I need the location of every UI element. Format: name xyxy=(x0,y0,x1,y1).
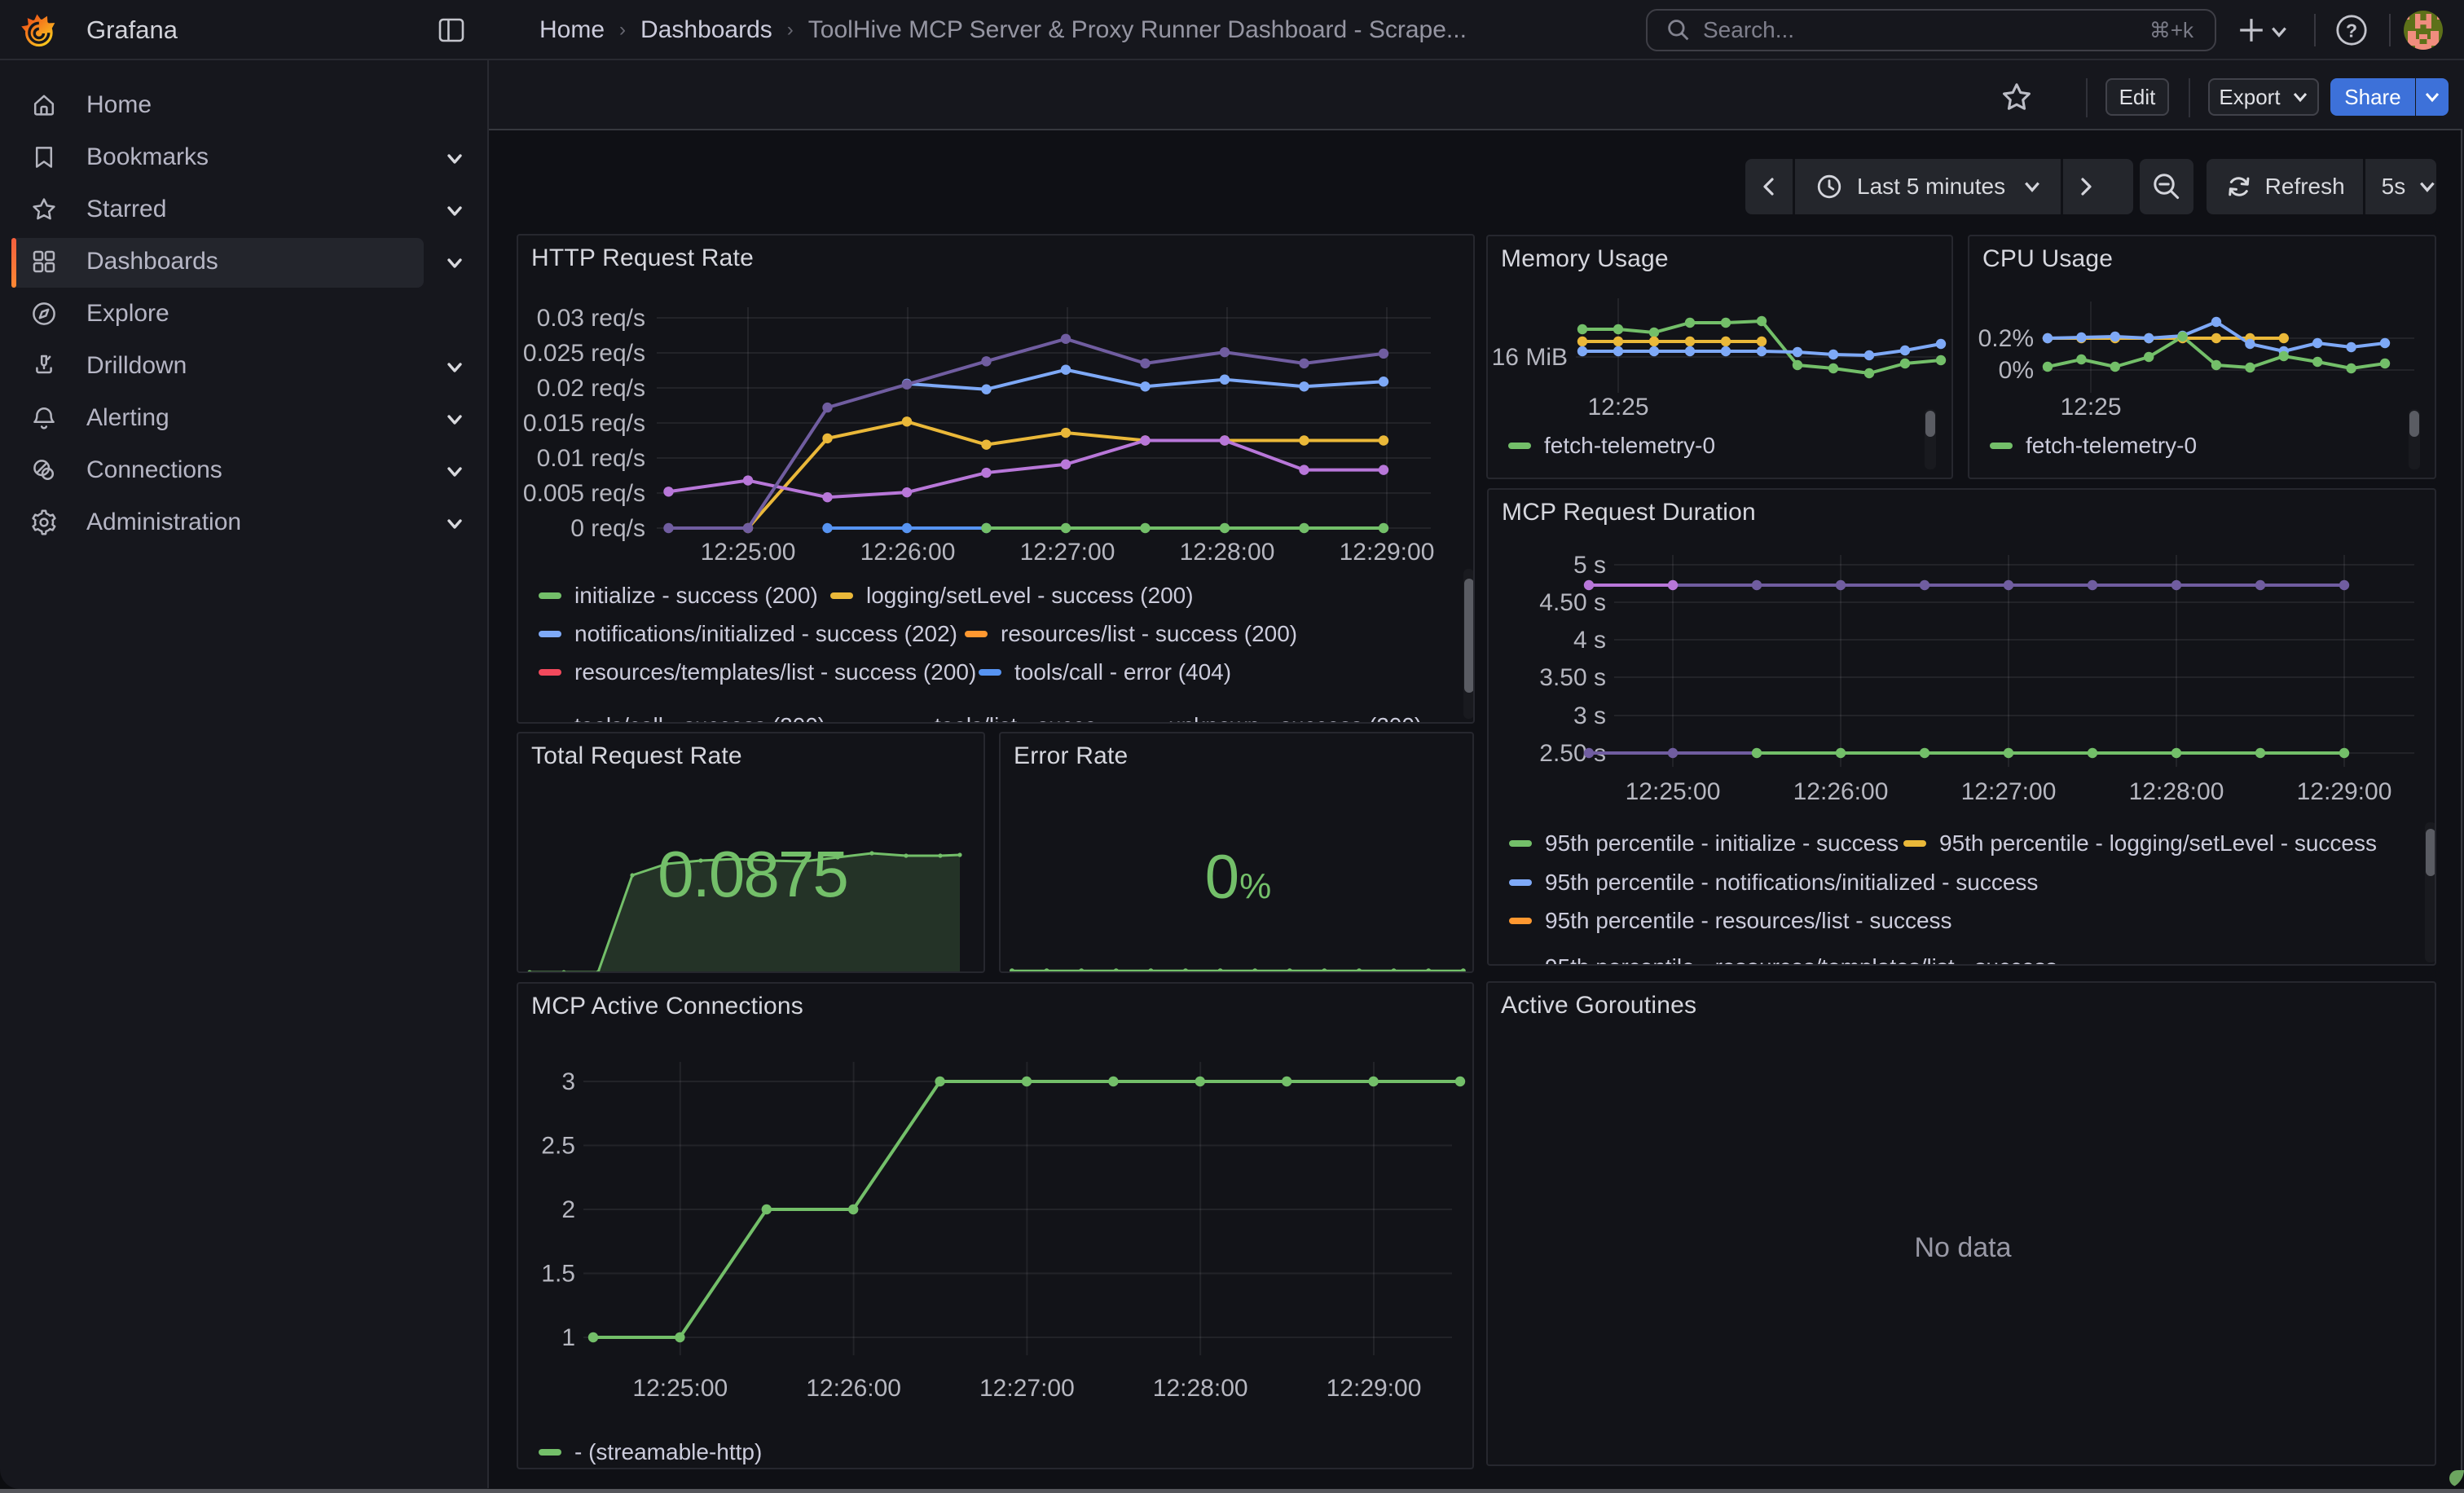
svg-text:0.03 req/s: 0.03 req/s xyxy=(537,305,645,332)
svg-text:0.2%: 0.2% xyxy=(1978,325,2034,352)
svg-text:12:26:00: 12:26:00 xyxy=(806,1375,901,1402)
svg-text:0.01 req/s: 0.01 req/s xyxy=(537,445,645,472)
svg-text:0.005 req/s: 0.005 req/s xyxy=(523,480,645,507)
svg-text:12:29:00: 12:29:00 xyxy=(2297,778,2392,805)
svg-text:12:29:00: 12:29:00 xyxy=(1340,539,1435,566)
svg-text:0 req/s: 0 req/s xyxy=(570,515,645,542)
svg-text:4.50 s: 4.50 s xyxy=(1539,589,1606,616)
svg-text:0%: 0% xyxy=(1999,357,2034,384)
svg-text:12:26:00: 12:26:00 xyxy=(860,539,956,566)
svg-text:12:27:00: 12:27:00 xyxy=(1961,778,2057,805)
svg-text:12:26:00: 12:26:00 xyxy=(1793,778,1889,805)
svg-text:12:25: 12:25 xyxy=(2060,394,2121,421)
svg-text:0.015 req/s: 0.015 req/s xyxy=(523,410,645,437)
svg-text:3: 3 xyxy=(561,1068,575,1095)
svg-text:12:28:00: 12:28:00 xyxy=(1180,539,1275,566)
svg-text:3.50 s: 3.50 s xyxy=(1539,664,1606,691)
svg-text:2: 2 xyxy=(561,1196,575,1223)
svg-text:0.025 req/s: 0.025 req/s xyxy=(523,340,645,367)
svg-text:1: 1 xyxy=(561,1324,575,1351)
svg-text:12:28:00: 12:28:00 xyxy=(1153,1375,1248,1402)
svg-text:12:25: 12:25 xyxy=(1587,394,1648,421)
svg-text:12:25:00: 12:25:00 xyxy=(1626,778,1721,805)
svg-text:0.02 req/s: 0.02 req/s xyxy=(537,375,645,402)
svg-text:16 MiB: 16 MiB xyxy=(1492,344,1568,371)
svg-text:12:27:00: 12:27:00 xyxy=(979,1375,1075,1402)
svg-text:4 s: 4 s xyxy=(1573,627,1606,654)
svg-text:3 s: 3 s xyxy=(1573,702,1606,729)
svg-text:5 s: 5 s xyxy=(1573,552,1606,579)
svg-text:?: ? xyxy=(2346,20,2357,41)
svg-text:1.5: 1.5 xyxy=(541,1261,575,1288)
svg-text:12:28:00: 12:28:00 xyxy=(2129,778,2224,805)
svg-text:12:25:00: 12:25:00 xyxy=(701,539,796,566)
svg-text:12:27:00: 12:27:00 xyxy=(1020,539,1115,566)
svg-text:12:25:00: 12:25:00 xyxy=(632,1375,728,1402)
svg-text:12:29:00: 12:29:00 xyxy=(1327,1375,1422,1402)
svg-text:2.5: 2.5 xyxy=(541,1133,575,1160)
